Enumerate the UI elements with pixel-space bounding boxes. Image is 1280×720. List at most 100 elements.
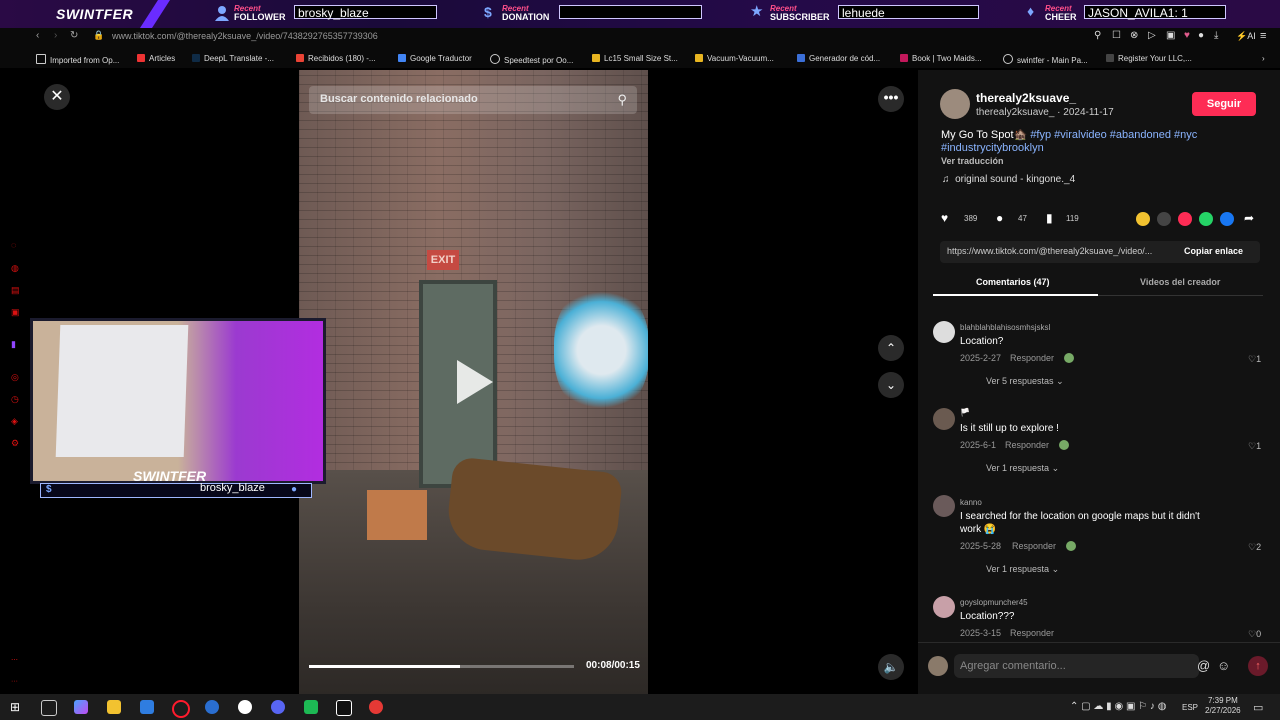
app-icon[interactable] <box>205 700 219 714</box>
forward-icon[interactable]: › <box>54 30 57 41</box>
commenter-avatar[interactable] <box>933 596 955 618</box>
like-icon[interactable]: ♥ <box>941 211 948 225</box>
explorer-icon[interactable] <box>107 700 121 714</box>
copy-link-button[interactable]: Copiar enlace <box>1184 246 1243 256</box>
heart-icon[interactable]: ♥ <box>1184 30 1190 41</box>
sidebar-more-icon[interactable]: ··· <box>11 678 21 688</box>
browser-icon[interactable] <box>140 700 154 714</box>
bookmark-item[interactable]: DeepL Translate -... <box>192 54 274 63</box>
search-icon[interactable]: ⚲ <box>617 92 627 108</box>
bookmark-item[interactable]: Imported from Op... <box>36 54 119 65</box>
commenter-avatar[interactable] <box>933 321 955 343</box>
tabs-icon[interactable]: ☐ <box>1112 30 1121 41</box>
bookmark-item[interactable]: Speedtest por Oo... <box>490 54 573 65</box>
reply-button[interactable]: Responder <box>1012 541 1056 551</box>
creator-avatar[interactable] <box>940 89 970 119</box>
bookmark-item[interactable]: Recibidos (180) -... <box>296 54 376 63</box>
bookmark-item[interactable]: Register Your LLC,... <box>1106 54 1192 63</box>
sidebar-icon-2[interactable]: ◍ <box>11 263 21 273</box>
comment-icon[interactable]: ● <box>996 211 1003 225</box>
post-hashtags-1[interactable]: #fyp #viralvideo #abandoned #nyc <box>1030 129 1197 141</box>
bookmark-item[interactable]: Lc15 Small Size St... <box>592 54 678 63</box>
creator-username[interactable]: therealy2ksuave_ <box>976 91 1076 105</box>
view-replies[interactable]: Ver 1 respuesta ⌄ <box>986 564 1059 575</box>
download-icon[interactable]: ⤓ <box>1214 30 1218 41</box>
settings-icon[interactable]: ⚙ <box>11 438 21 448</box>
sidebar-icon-8[interactable]: ◈ <box>11 416 21 426</box>
app-icon[interactable] <box>304 700 318 714</box>
comment-username[interactable]: 🏳️ <box>960 408 970 417</box>
sidebar-icon-3[interactable]: ▤ <box>11 285 21 295</box>
profile-icon[interactable]: ● <box>1198 30 1204 41</box>
ai-button[interactable]: ⚡AI <box>1236 31 1256 42</box>
obs-icon[interactable] <box>369 700 383 714</box>
sidebar-icon-10[interactable]: ⋯ <box>11 656 21 666</box>
chevron-down-icon[interactable]: ⌄ <box>878 372 904 398</box>
share-link-text[interactable]: https://www.tiktok.com/@therealy2ksuave_… <box>947 246 1152 256</box>
bookmark-item[interactable]: Vacuum-Vacuum... <box>695 54 774 63</box>
comment-like[interactable]: ♡2 <box>1248 542 1261 553</box>
opera-icon[interactable] <box>172 700 190 718</box>
related-search[interactable]: Buscar contenido relacionado ⚲ <box>309 86 637 114</box>
bookmark-item[interactable]: Generador de cód... <box>797 54 880 63</box>
share-friends-icon[interactable] <box>1136 212 1150 226</box>
commenter-avatar[interactable] <box>933 408 955 430</box>
pin-icon[interactable]: ⚲ <box>1094 30 1101 41</box>
sound-row[interactable]: ♫ original sound - kingone._4 <box>942 174 1075 185</box>
emoji-icon[interactable]: ☺ <box>1217 658 1230 673</box>
windows-start-icon[interactable]: ⊞ <box>10 700 24 714</box>
play-icon[interactable]: ▷ <box>1148 30 1156 41</box>
reply-button[interactable]: Responder <box>1005 440 1049 450</box>
volume-icon[interactable]: 🔈 <box>878 654 904 680</box>
view-replies[interactable]: Ver 5 respuestas ⌄ <box>986 376 1064 387</box>
bookmarks-overflow-icon[interactable]: › <box>1262 54 1265 63</box>
copilot-icon[interactable] <box>74 700 88 714</box>
play-icon[interactable] <box>457 360 493 404</box>
tab-creator-videos[interactable]: Videos del creador <box>1140 277 1220 287</box>
bookmark-item[interactable]: Google Traductor <box>398 54 472 63</box>
sidebar-icon-1[interactable]: ◌ <box>11 240 21 250</box>
bookmark-item[interactable]: Book | Two Maids... <box>900 54 982 63</box>
whatsapp-icon[interactable] <box>1199 212 1213 226</box>
video-player[interactable]: EXIT Buscar contenido relacionado ⚲ 00:0… <box>299 70 648 694</box>
comment-username[interactable]: kanno <box>960 498 982 507</box>
camera-icon[interactable]: ▣ <box>1166 30 1175 41</box>
close-icon[interactable]: ✕ <box>44 84 70 110</box>
tray-language[interactable]: ESP <box>1182 703 1198 712</box>
mention-icon[interactable]: @ <box>1197 658 1210 673</box>
menu-icon[interactable]: ≡ <box>1260 30 1266 42</box>
sidebar-icon-4[interactable]: ▣ <box>11 307 21 317</box>
bookmark-item[interactable]: Articles <box>137 54 175 63</box>
reply-button[interactable]: Responder <box>1010 353 1054 363</box>
tab-comments[interactable]: Comentarios (47) <box>976 277 1050 287</box>
chevron-up-icon[interactable]: ⌃ <box>878 335 904 361</box>
comment-username[interactable]: blahblahblahisosmhsjsksl <box>960 323 1050 332</box>
facebook-icon[interactable] <box>1220 212 1234 226</box>
tray-date[interactable]: 2/27/2026 <box>1205 706 1241 715</box>
embed-icon[interactable] <box>1157 212 1171 226</box>
comment-like[interactable]: ♡1 <box>1248 441 1261 452</box>
bookmark-item[interactable]: swintfer - Main Pa... <box>1003 54 1088 65</box>
send-comment-icon[interactable]: ↑ <box>1248 656 1268 676</box>
tray-time[interactable]: 7:39 PM <box>1208 696 1238 705</box>
send-icon[interactable] <box>1178 212 1192 226</box>
bookmark-icon[interactable]: ▮ <box>1046 211 1053 225</box>
view-replies[interactable]: Ver 1 respuesta ⌄ <box>986 463 1059 474</box>
discord-icon[interactable] <box>271 700 285 714</box>
address-bar[interactable]: www.tiktok.com/@therealy2ksuave_/video/7… <box>112 31 378 41</box>
user-avatar[interactable] <box>928 656 948 676</box>
shield-icon[interactable]: ⊗ <box>1130 30 1138 41</box>
reload-icon[interactable]: ↻ <box>70 30 78 41</box>
app-icon[interactable] <box>238 700 252 714</box>
clock-icon[interactable]: ◷ <box>11 394 21 404</box>
video-progress-bar[interactable] <box>309 665 574 668</box>
reply-button[interactable]: Responder <box>1010 628 1054 638</box>
translate-link[interactable]: Ver traducción <box>941 156 1004 166</box>
post-hashtags-2[interactable]: #industrycitybrooklyn <box>941 142 1044 154</box>
tiktok-icon[interactable] <box>336 700 352 716</box>
share-arrow-icon[interactable]: ➦ <box>1244 211 1254 225</box>
back-icon[interactable]: ‹ <box>36 30 39 41</box>
tray-icons[interactable]: ⌃ ▢ ☁ ▮ ◉ ▣ ⚐ ♪ ◍ <box>1070 701 1166 712</box>
sidebar-icon-6[interactable]: ◎ <box>11 372 21 382</box>
task-view-icon[interactable] <box>41 700 57 716</box>
